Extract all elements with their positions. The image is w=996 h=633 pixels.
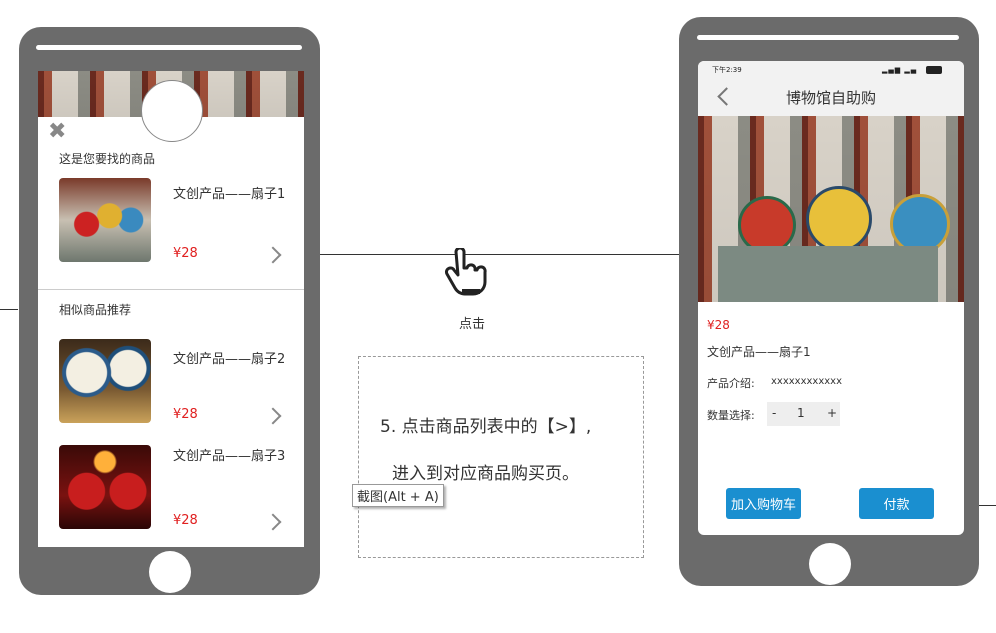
product-price: ¥28 — [173, 246, 198, 261]
step-text-line-1: 5. 点击商品列表中的【>】, — [380, 417, 592, 437]
intro-value: xxxxxxxxxxxx — [771, 376, 843, 387]
fan-yellow — [806, 186, 872, 252]
tap-label: 点击 — [459, 317, 486, 332]
status-bar: 下午2:39 ▂▄▆ ▂▄ — [698, 61, 964, 78]
qty-plus-button[interactable]: + — [827, 406, 837, 420]
chevron-right-icon[interactable] — [264, 407, 282, 425]
detail-product-name: 文创产品——扇子1 — [707, 345, 811, 359]
step-text-line-2: 进入到对应商品购买页。 — [392, 464, 579, 484]
detail-price: ¥28 — [707, 318, 730, 332]
left-phone-screen: ✖ 这是您要找的商品 文创产品——扇子1 ¥28 相似商品推荐 文创产品——扇子… — [38, 71, 304, 547]
list-item[interactable]: 文创产品——扇子2 ¥28 — [38, 339, 304, 429]
product-name: 文创产品——扇子2 — [173, 352, 286, 367]
fan-stand — [718, 246, 938, 302]
hand-pointer-icon — [444, 246, 492, 300]
back-arrow-icon[interactable] — [717, 87, 736, 106]
left-phone-speaker — [36, 45, 302, 50]
product-image — [59, 445, 151, 529]
product-image — [59, 178, 151, 262]
connector-line-left — [0, 309, 18, 310]
status-time: 下午2:39 — [712, 66, 742, 74]
screenshot-tooltip: 截图(Alt + A) — [352, 484, 444, 507]
page-title: 博物馆自助购 — [786, 89, 877, 107]
product-name: 文创产品——扇子1 — [173, 187, 286, 202]
results-title: 这是您要找的商品 — [59, 152, 156, 166]
step-instruction-box: 5. 点击商品列表中的【>】, 进入到对应商品购买页。 — [358, 356, 644, 558]
list-item[interactable]: 文创产品——扇子3 ¥28 — [38, 445, 304, 535]
avatar — [141, 80, 203, 142]
product-hero-image — [698, 116, 964, 302]
qty-value: 1 — [797, 406, 805, 420]
chevron-right-icon[interactable] — [264, 246, 282, 264]
qty-minus-button[interactable]: - — [772, 406, 776, 420]
right-phone-speaker — [697, 35, 959, 40]
title-bar: 博物馆自助购 — [698, 78, 964, 116]
similar-title: 相似商品推荐 — [59, 303, 132, 317]
product-image — [59, 339, 151, 423]
product-price: ¥28 — [173, 407, 198, 422]
divider — [38, 289, 304, 290]
fan-blue — [890, 194, 950, 254]
add-to-cart-button[interactable]: 加入购物车 — [726, 488, 801, 519]
battery-icon — [926, 66, 942, 74]
product-price: ¥28 — [173, 513, 198, 528]
chevron-right-icon[interactable] — [264, 513, 282, 531]
right-phone-home-button[interactable] — [809, 543, 851, 585]
quantity-stepper[interactable]: - 1 + — [767, 402, 840, 426]
qty-label: 数量选择: — [707, 409, 755, 422]
left-phone-home-button[interactable] — [149, 551, 191, 593]
pay-button[interactable]: 付款 — [859, 488, 934, 519]
intro-label: 产品介绍: — [707, 377, 755, 390]
signal-icon: ▂▄▆ ▂▄ — [882, 66, 918, 74]
right-phone-screen: 下午2:39 ▂▄▆ ▂▄ 博物馆自助购 ¥28 文创产品——扇子1 产品介绍:… — [698, 61, 964, 535]
list-item[interactable]: 文创产品——扇子1 ¥28 — [38, 175, 304, 265]
close-icon[interactable]: ✖ — [48, 121, 66, 143]
product-name: 文创产品——扇子3 — [173, 449, 286, 464]
